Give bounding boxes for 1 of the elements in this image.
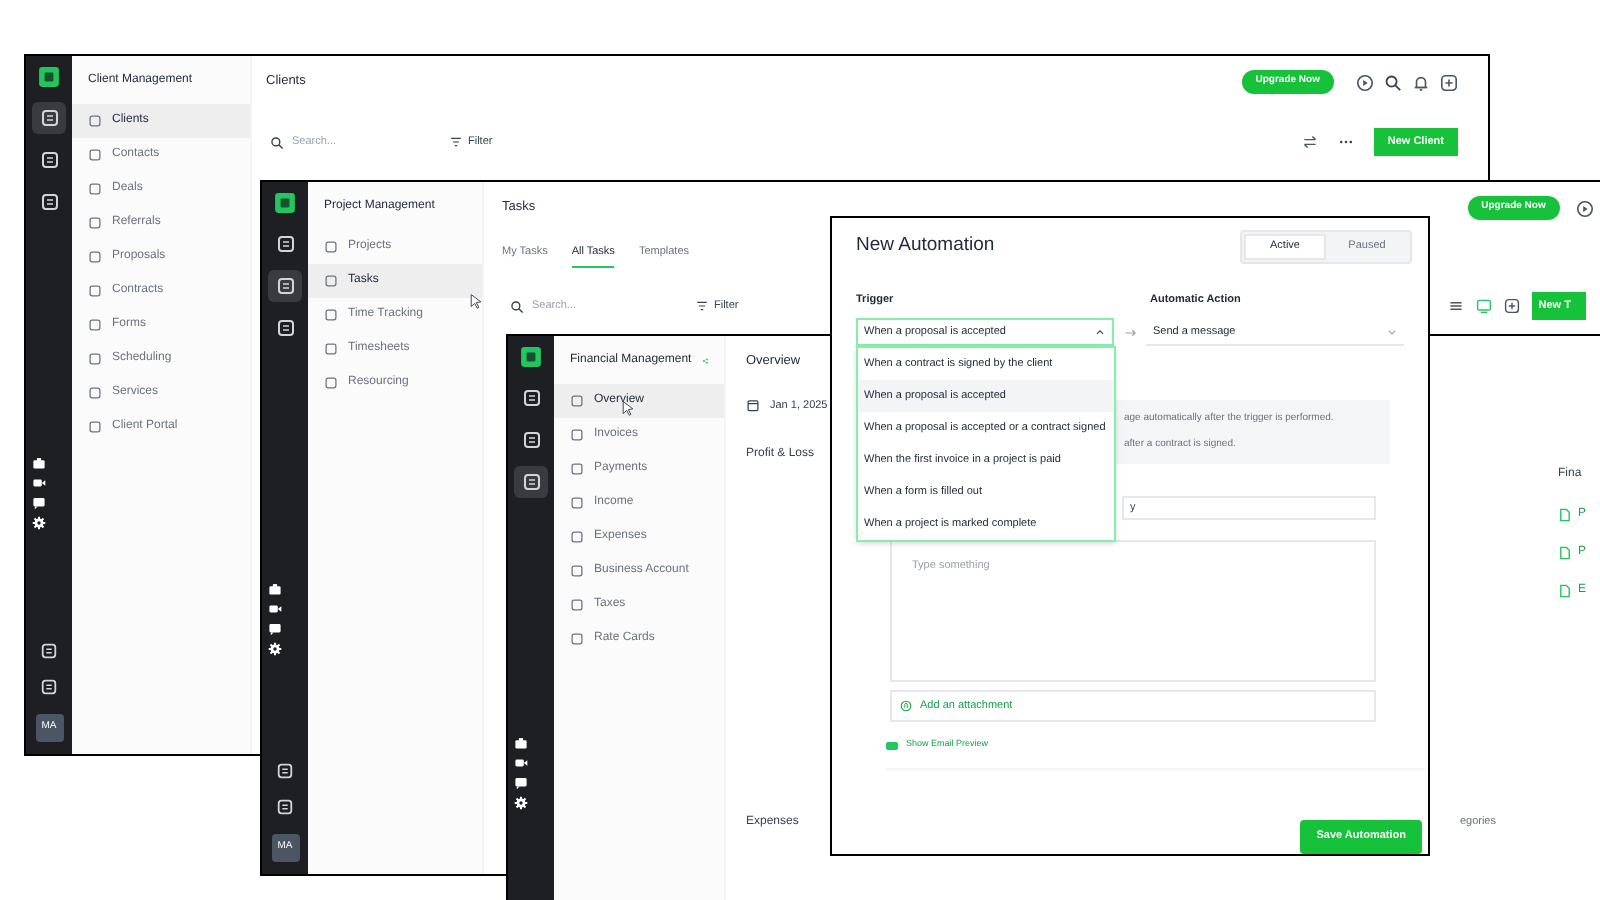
dialog-title: New Automation bbox=[856, 232, 995, 261]
